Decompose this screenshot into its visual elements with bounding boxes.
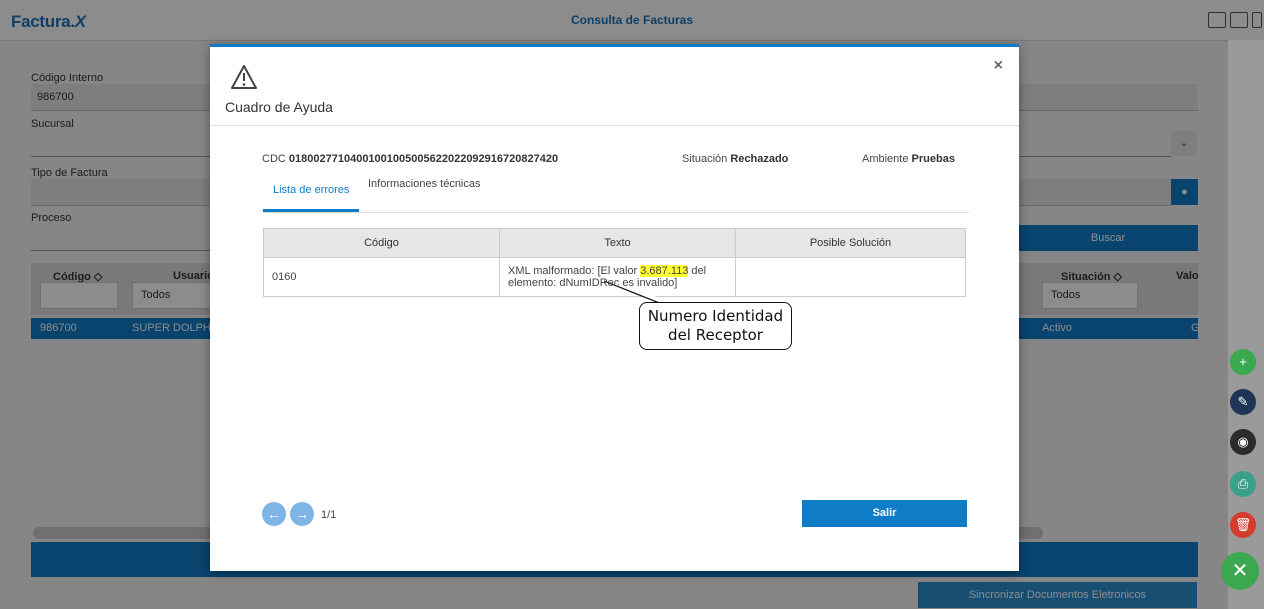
ambiente-info: Ambiente Pruebas [862,153,955,165]
help-dialog: Cuadro de Ayuda × CDC 018002771040010010… [210,44,1019,571]
col-solucion-header: Posible Solución [735,228,966,258]
tab-lista-errores[interactable]: Lista de errores [263,175,360,212]
close-icon[interactable]: × [994,57,1003,75]
cell-codigo: 0160 [263,257,500,297]
col-codigo-header: Código [263,228,500,258]
cdc-info: CDC 018002771040010010050056220220929167… [262,153,559,165]
col-texto-header: Texto [499,228,736,258]
dialog-tabs: Lista de errores Informaciones técnicas [263,175,969,213]
edit-icon[interactable]: ✎ [1230,389,1256,415]
delete-icon[interactable]: 🗑 [1230,512,1256,538]
situacion-info: Situación Rechazado [682,153,789,165]
highlighted-value: 3.687.113 [640,265,689,277]
tab-informaciones-tecnicas[interactable]: Informaciones técnicas [358,169,491,206]
callout-annotation: Numero Identidad del Receptor [639,302,792,350]
salir-button[interactable]: Salir [802,500,967,527]
print-icon[interactable]: ⎙ [1230,471,1256,497]
dialog-header: Cuadro de Ayuda × [210,47,1019,126]
dialog-title: Cuadro de Ayuda [225,99,333,115]
view-icon[interactable]: ◉ [1230,429,1256,455]
close-fab-icon[interactable]: ✕ [1221,552,1259,590]
prev-page-button[interactable]: ← [262,502,286,526]
next-page-button[interactable]: → [290,502,314,526]
add-document-icon[interactable]: + [1230,349,1256,375]
pager-count: 1/1 [321,509,337,521]
warning-icon [231,65,257,89]
cell-solucion [735,257,966,297]
